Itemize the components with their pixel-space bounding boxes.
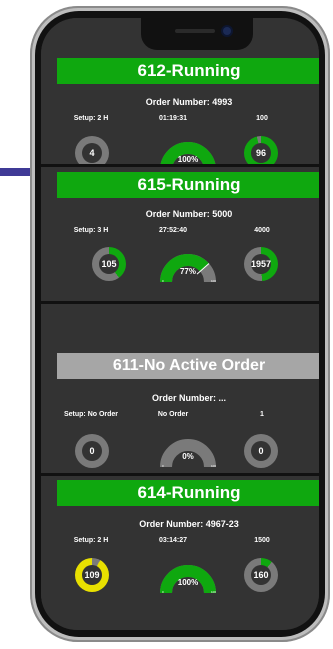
setup-label: Setup: 2 H [73, 537, 109, 544]
front-camera-icon [223, 27, 231, 35]
speaker-grille [175, 29, 215, 33]
setup-label: Setup: 2 H [73, 115, 109, 122]
quantity-value: 96 [251, 143, 271, 163]
setup-label: Setup: 3 H [73, 227, 109, 234]
quantity-value: 160 [251, 565, 271, 585]
order-number: Order Number: 4967-23 [139, 519, 239, 529]
elapsed-time-label: 01:19:31 [158, 115, 188, 122]
quantity-donut: 160 [244, 558, 278, 592]
setup-value: 0 [82, 441, 102, 461]
machine-status-title: 614-Running [57, 480, 319, 506]
setup-value: 105 [99, 254, 119, 274]
elapsed-time-label: 27:52:40 [158, 227, 188, 234]
setup-donut: 0 [75, 434, 109, 468]
quantity-donut: 1957 [244, 247, 278, 281]
order-number: Order Number: ... [151, 393, 226, 403]
setup-donut: 109 [75, 558, 109, 592]
phone-notch [141, 18, 253, 50]
machine-card-615[interactable]: 615-Running Order Number: 5000 Setup: 3 … [41, 167, 319, 301]
setup-label: Setup: No Order [63, 411, 119, 418]
machine-card-614[interactable]: 614-Running Order Number: 4967-23 Setup:… [41, 476, 319, 630]
setup-value: 109 [82, 565, 102, 585]
order-number: Order Number: 4993 [145, 97, 233, 107]
elapsed-time-label: No Order [157, 411, 189, 418]
target-qty-label: 4000 [254, 227, 270, 234]
target-qty-label: 1 [260, 411, 264, 418]
gauge-min-label: 0 [162, 590, 164, 594]
progress-gauge: 100% 0 100 [160, 563, 216, 595]
quantity-donut: 0 [244, 434, 278, 468]
machine-status-title: 615-Running [57, 172, 319, 198]
quantity-value: 1957 [251, 254, 271, 274]
phone-screen: 612-Running Order Number: 4993 Setup: 2 … [41, 18, 319, 630]
gauge-min-label: 0 [162, 464, 164, 468]
elapsed-time-label: 03:14:27 [158, 537, 188, 544]
order-number: Order Number: 5000 [145, 209, 233, 219]
gauge-max-label: 100 [210, 590, 216, 594]
gauge-max-label: 100 [210, 464, 216, 468]
progress-gauge: 0% 0 100 [160, 437, 216, 469]
machine-status-title: 611-No Active Order [57, 353, 319, 379]
progress-percent: 100% [177, 155, 199, 164]
target-qty-label: 1500 [254, 537, 270, 544]
target-qty-label: 100 [256, 115, 268, 122]
gauge-min-label: 0 [162, 279, 164, 283]
setup-value: 4 [82, 143, 102, 163]
machine-card-611[interactable]: 611-No Active Order Order Number: ... Se… [41, 304, 319, 473]
machine-status-title: 612-Running [57, 58, 319, 84]
progress-percent: 0% [182, 452, 194, 461]
progress-gauge: 77% 0 100 [160, 252, 216, 284]
progress-percent: 100% [177, 578, 199, 587]
quantity-value: 0 [251, 441, 271, 461]
progress-percent: 77% [179, 267, 196, 276]
gauge-max-label: 100 [210, 279, 216, 283]
setup-donut: 105 [92, 247, 126, 281]
